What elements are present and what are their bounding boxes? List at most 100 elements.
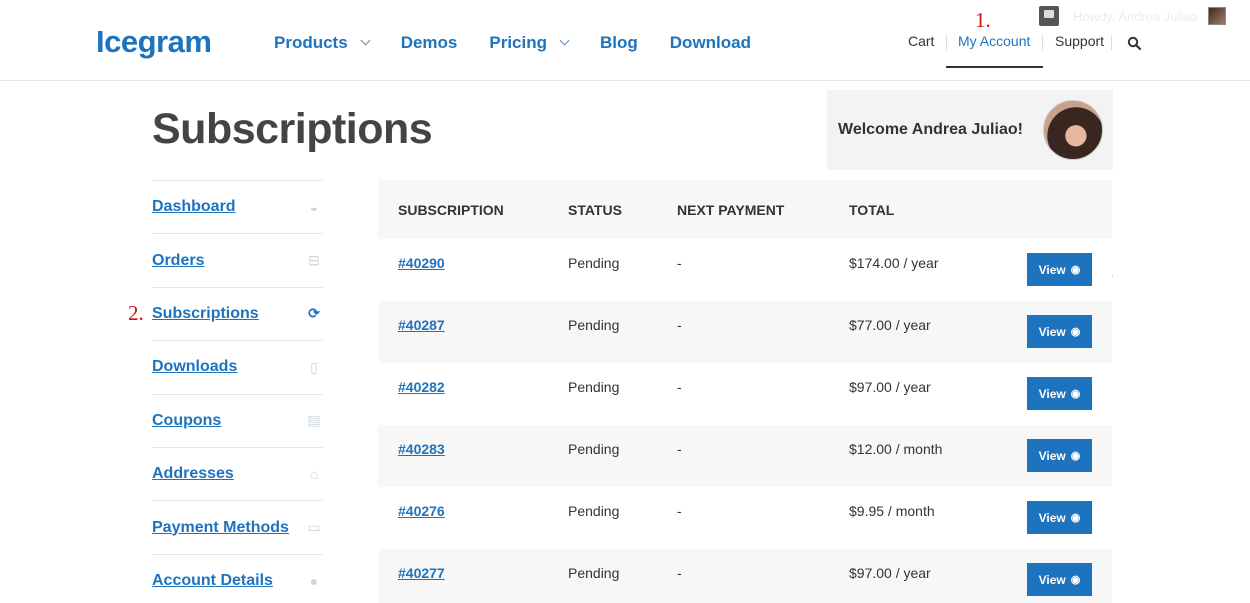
subscription-link[interactable]: #40277 [398, 565, 445, 581]
nav-pricing[interactable]: Pricing [489, 33, 570, 53]
user-icon: ● [309, 572, 319, 589]
chevron-down-icon [360, 35, 371, 46]
view-label: View [1038, 448, 1066, 463]
column-header: SUBSCRIPTION [398, 201, 504, 218]
nav-products-label: Products [274, 33, 348, 52]
view-button[interactable]: View ◉ [1027, 439, 1092, 472]
view-label: View [1038, 262, 1066, 277]
nav-demos-label: Demos [400, 33, 458, 52]
next-payment-cell: - [677, 379, 682, 395]
sidebar-item-addresses[interactable]: Addresses ⌂ [152, 446, 323, 500]
view-label: View [1038, 572, 1066, 587]
column-header: TOTAL [849, 201, 895, 218]
view-button[interactable]: View ◉ [1027, 563, 1092, 596]
search-icon[interactable] [1127, 36, 1141, 50]
status-cell: Pending [568, 255, 620, 271]
site-header: Icegram Products Demos Pricing Blog Down… [0, 0, 1250, 81]
next-payment-cell: - [677, 503, 682, 519]
next-payment-cell: - [677, 441, 682, 457]
annotation-2: 2. [128, 301, 144, 325]
view-label: View [1038, 510, 1066, 525]
admin-greeting[interactable]: Howdy, Andrea Juliao [1073, 9, 1198, 24]
cart-link[interactable]: Cart [908, 33, 934, 49]
subscription-link[interactable]: #40290 [398, 255, 445, 271]
credit-card-icon: ▭ [307, 519, 321, 536]
table-row: #40287 Pending - $77.00 / year View ◉ [378, 301, 1112, 363]
total-cell: $97.00 / year [849, 565, 931, 581]
sidebar-item-orders[interactable]: Orders ⊟ [152, 233, 323, 286]
eye-icon: ◉ [1070, 574, 1081, 586]
admin-avatar[interactable] [1208, 7, 1226, 25]
chevron-down-icon [559, 35, 570, 46]
status-cell: Pending [568, 441, 620, 457]
welcome-box: Welcome Andrea Juliao! [827, 90, 1113, 170]
subscription-link[interactable]: #40282 [398, 379, 445, 395]
eye-icon: ◉ [1070, 512, 1081, 524]
sidebar-item-label: Dashboard [152, 198, 236, 216]
support-link[interactable]: Support [1055, 33, 1104, 49]
status-cell: Pending [568, 379, 620, 395]
my-account-link[interactable]: My Account [958, 33, 1030, 49]
nav-download[interactable]: Download [670, 33, 751, 53]
total-cell: $174.00 / year [849, 255, 939, 271]
divider [1111, 35, 1112, 50]
nav-pricing-label: Pricing [489, 33, 547, 52]
view-button[interactable]: View ◉ [1027, 377, 1092, 410]
site-logo[interactable]: Icegram [96, 24, 212, 60]
nav-download-label: Download [669, 33, 751, 52]
sidebar-item-subscriptions[interactable]: Subscriptions ⟳ [152, 286, 323, 340]
sidebar-item-dashboard[interactable]: Dashboard ◒ [152, 180, 323, 233]
basket-icon: ⊟ [308, 252, 320, 269]
subscription-link[interactable]: #40276 [398, 503, 445, 519]
sidebar-item-label: Payment Methods [152, 518, 289, 536]
sidebar-item-label: Account Details [152, 571, 273, 589]
total-cell: $97.00 / year [849, 379, 931, 395]
refresh-icon: ⟳ [308, 305, 320, 322]
table-row: #40283 Pending - $12.00 / month View ◉ [378, 425, 1112, 487]
sidebar-item-label: Addresses [152, 465, 234, 483]
table-row: #40290 Pending - $174.00 / year View ◉ [378, 239, 1112, 301]
subscription-link[interactable]: #40283 [398, 441, 445, 457]
nav-blog-label: Blog [600, 33, 638, 52]
next-payment-cell: - [677, 255, 682, 271]
account-sidebar: Dashboard ◒ Orders ⊟ Subscriptions ⟳ Dow… [152, 180, 323, 603]
eye-icon: ◉ [1070, 326, 1081, 338]
welcome-text: Welcome Andrea Juliao! [838, 121, 1023, 138]
sidebar-item-coupons[interactable]: Coupons ▤ [152, 393, 323, 447]
next-payment-cell: - [677, 317, 682, 333]
sidebar-item-label: Subscriptions [152, 304, 259, 322]
nav-products[interactable]: Products [274, 33, 371, 53]
eye-icon: ◉ [1070, 388, 1081, 400]
total-cell: $77.00 / year [849, 317, 931, 333]
annotation-1: 1. [975, 8, 991, 32]
sidebar-item-payment-methods[interactable]: Payment Methods ▭ [152, 500, 323, 553]
sidebar-item-label: Downloads [152, 358, 238, 376]
status-cell: Pending [568, 503, 620, 519]
nav-demos[interactable]: Demos [401, 33, 458, 53]
page-title: Subscriptions [152, 105, 433, 153]
column-header: STATUS [568, 201, 622, 218]
comment-icon[interactable] [1039, 6, 1059, 26]
main-nav: Products Demos Pricing Blog Download [274, 33, 783, 53]
view-button[interactable]: View ◉ [1027, 501, 1092, 534]
view-button[interactable]: View ◉ [1027, 253, 1092, 286]
view-label: View [1038, 324, 1066, 339]
dashboard-icon: ◒ [309, 199, 319, 216]
sidebar-item-label: Orders [152, 251, 205, 269]
view-button[interactable]: View ◉ [1027, 315, 1092, 348]
status-cell: Pending [568, 317, 620, 333]
sidebar-item-downloads[interactable]: Downloads ▯ [152, 340, 323, 393]
file-download-icon: ▯ [310, 358, 318, 375]
divider [946, 35, 947, 50]
table-row: #40282 Pending - $97.00 / year View ◉ [378, 363, 1112, 425]
table-header: SUBSCRIPTION STATUS NEXT PAYMENT TOTAL [378, 180, 1112, 239]
status-cell: Pending [568, 565, 620, 581]
next-payment-cell: - [677, 565, 682, 581]
sidebar-item-account-details[interactable]: Account Details ● [152, 553, 323, 603]
avatar [1043, 100, 1103, 160]
nav-blog[interactable]: Blog [600, 33, 638, 53]
eye-icon: ◉ [1070, 450, 1081, 462]
table-row: #40277 Pending - $97.00 / year View ◉ [378, 549, 1112, 603]
subscription-link[interactable]: #40287 [398, 317, 445, 333]
total-cell: $9.95 / month [849, 503, 935, 519]
